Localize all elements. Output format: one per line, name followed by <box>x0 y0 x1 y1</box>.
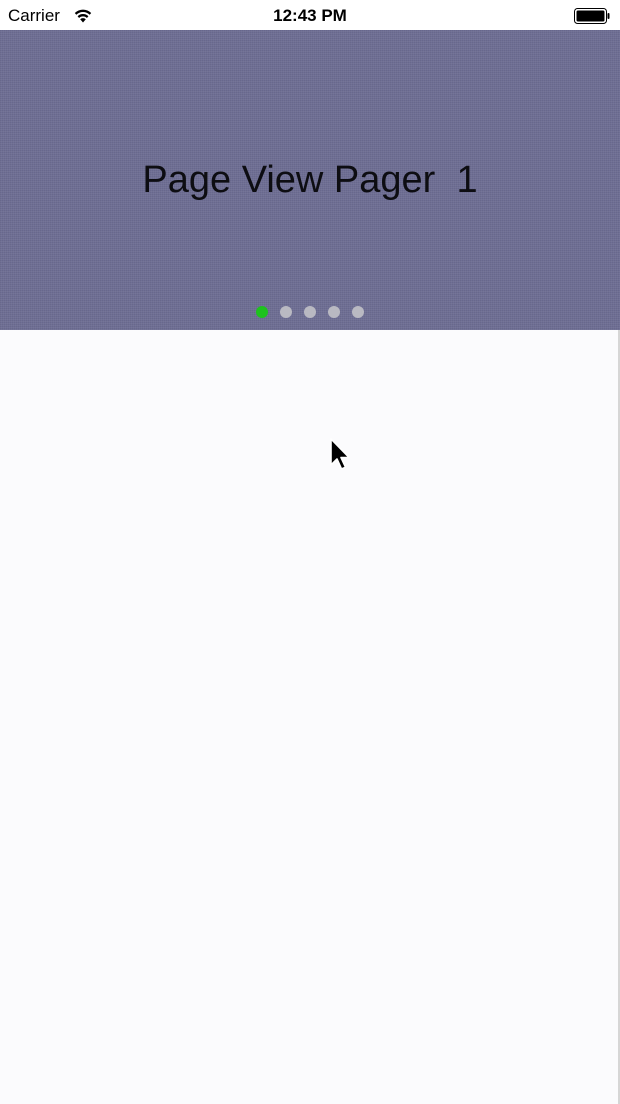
battery-icon <box>574 8 610 24</box>
mouse-cursor-icon <box>330 438 350 470</box>
page-dot-3[interactable] <box>304 306 316 318</box>
page-view-pager[interactable]: Page View Pager 1 <box>0 30 620 330</box>
page-dot-4[interactable] <box>328 306 340 318</box>
page-dot-2[interactable] <box>280 306 292 318</box>
page-dot-5[interactable] <box>352 306 364 318</box>
page-dot-1[interactable] <box>256 306 268 318</box>
status-time: 12:43 PM <box>273 6 347 25</box>
pager-title: Page View Pager 1 <box>142 159 478 201</box>
page-control[interactable] <box>0 306 620 318</box>
status-bar: Carrier 12:43 PM <box>0 0 620 30</box>
content-area <box>0 330 620 1104</box>
